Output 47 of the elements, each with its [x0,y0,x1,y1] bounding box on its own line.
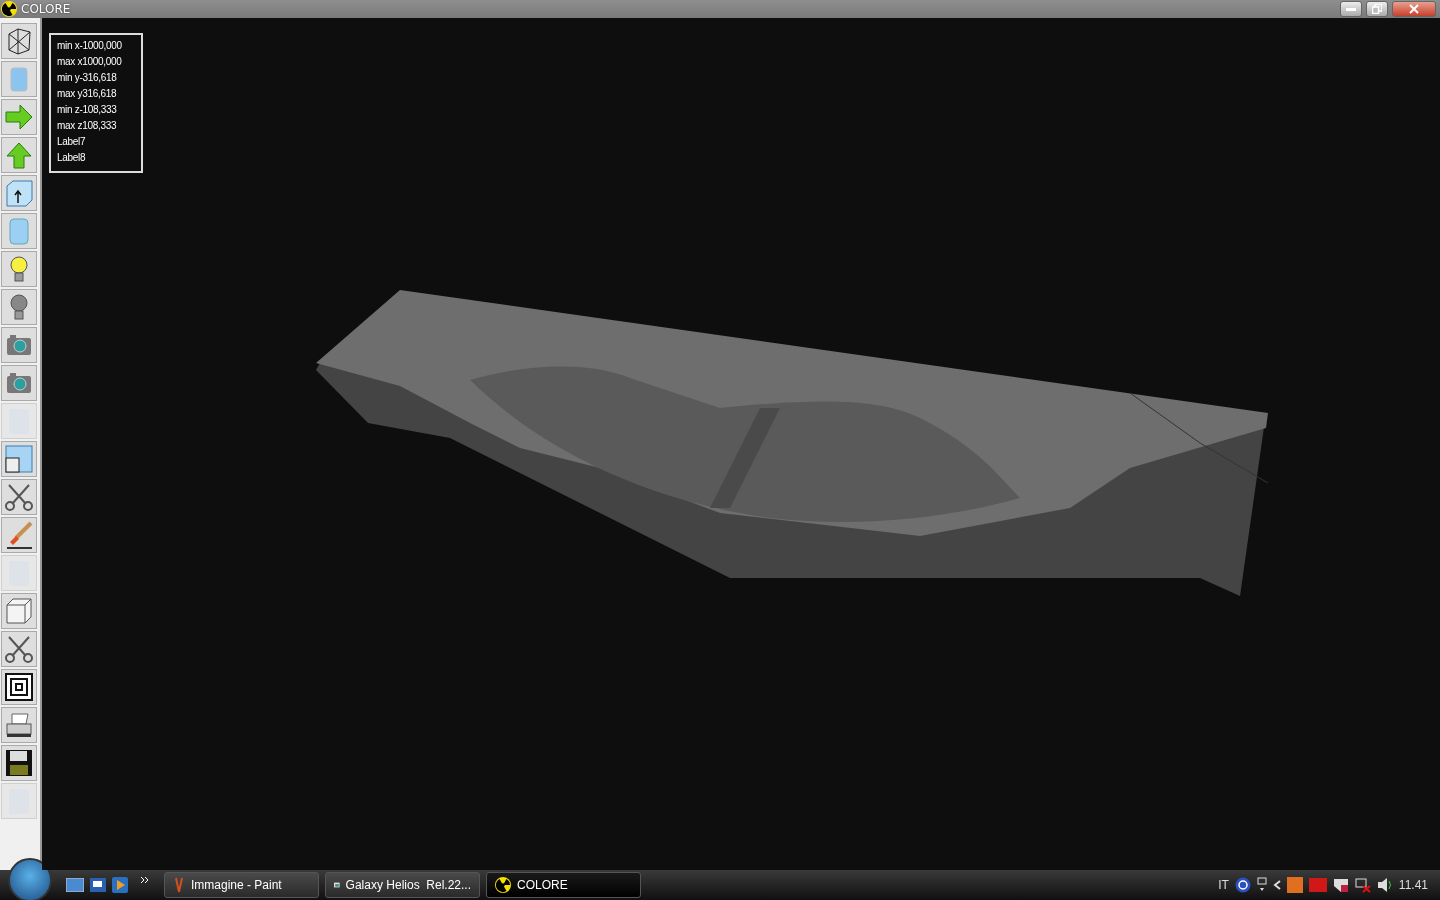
scissors-icon [4,482,34,512]
taskbar-button[interactable]: COLORE [486,872,641,898]
info-label: max y316,618 [57,87,118,101]
app-icon [1,1,17,17]
restore-icon [1372,4,1382,14]
media-player-icon[interactable] [112,877,128,893]
info-label: min y-316,618 [57,71,118,85]
cube-icon [4,596,34,626]
window-title: COLORE [21,2,71,16]
language-indicator[interactable]: IT [1218,878,1229,892]
minimize-icon [1346,7,1356,11]
info-label: min x-1000,000 [57,39,123,53]
brush-icon [4,520,34,550]
toolbar-button[interactable] [1,23,37,59]
toolbar-button[interactable] [1,175,37,211]
info-label: max z108,333 [57,119,118,133]
paintbrush-icon [173,877,185,893]
nested-squares-icon [4,672,34,702]
info-label: Label7 [57,135,87,149]
help-icon[interactable] [1234,877,1251,893]
network-error-icon[interactable] [1354,877,1371,893]
box-arrow-icon [4,178,34,208]
restore-button[interactable] [1366,1,1388,17]
toolbar-button[interactable] [1,707,37,743]
minimize-button[interactable] [1340,1,1362,17]
close-button[interactable] [1392,1,1436,17]
clock[interactable]: 11.41 [1398,878,1428,892]
toolbar-button[interactable] [1,745,37,781]
info-label: max x1000,000 [57,55,123,69]
toolbar-button[interactable] [1,669,37,705]
speaker-icon[interactable] [1376,877,1393,893]
scissors-icon [4,634,34,664]
toolbar-button[interactable] [1,517,37,553]
close-icon [1409,4,1419,14]
arrow-right-icon [4,102,34,132]
taskbar-button[interactable]: Galaxy Helios Rel.22... [325,872,480,898]
radiation-icon [495,877,511,893]
window-icon [4,444,34,474]
taskbar-button[interactable]: Immagine - Paint [164,872,319,898]
security-shield-icon[interactable] [1332,877,1349,893]
window-switch-icon[interactable] [90,878,106,892]
printer-icon [4,710,34,740]
chevron-icon[interactable] [140,876,150,886]
arrow-up-icon [4,140,34,170]
info-label: Label8 [57,151,87,165]
chevron-left-icon[interactable] [1272,880,1281,890]
info-label: min z-108,333 [57,103,118,117]
